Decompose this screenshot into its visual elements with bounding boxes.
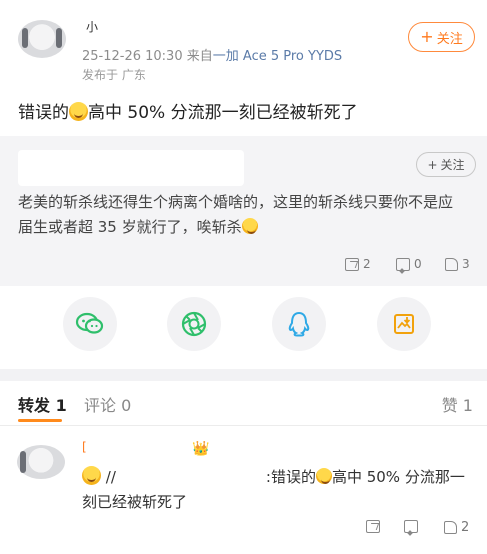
author-name[interactable]: 小 — [86, 18, 98, 35]
repost-icon — [345, 257, 359, 271]
rofl-emoji-icon — [69, 102, 88, 121]
active-tab-indicator — [18, 419, 62, 422]
tab-comments[interactable]: 评论 0 — [84, 392, 131, 416]
quoted-follow-button[interactable]: + 关注 — [416, 152, 476, 177]
repost-text-prefix: // — [105, 468, 116, 486]
source-prefix: 来自 — [186, 49, 213, 64]
follow-button[interactable]: + 关注 — [408, 22, 475, 52]
share-moments-button[interactable] — [167, 297, 221, 351]
share-qq-button[interactable] — [272, 297, 326, 351]
tab-likes[interactable]: 赞 1 — [442, 392, 473, 416]
thumbs-up-icon — [445, 257, 458, 271]
author-avatar[interactable] — [18, 20, 66, 58]
repost-text-middle: :错误的 — [265, 468, 316, 486]
laughing-emoji-icon — [82, 466, 101, 485]
save-image-button[interactable] — [377, 297, 431, 351]
crown-badge-icon: 👑 — [192, 441, 210, 457]
moments-icon — [181, 311, 207, 337]
post-location: 发布于 广东 — [82, 68, 146, 82]
rofl-emoji-icon — [315, 468, 332, 484]
quoted-likes-value: 3 — [462, 257, 470, 271]
repost-icon — [366, 520, 380, 533]
post-body: 错误的 高中 50% 分流那一刻已经被斩死了 — [18, 98, 358, 123]
quoted-comment-count[interactable]: 0 — [396, 257, 422, 271]
repost-item-like-count: 2 — [461, 520, 470, 535]
post-text-part1: 错误的 — [18, 103, 69, 123]
repost-item-forward[interactable] — [366, 520, 380, 533]
redacted-mention — [115, 470, 266, 484]
section-divider — [0, 369, 487, 381]
quoted-follow-label: 关注 — [440, 158, 465, 172]
tabs-divider — [0, 425, 487, 426]
thumbs-up-icon — [444, 521, 457, 534]
qq-icon — [288, 311, 310, 337]
reposter-avatar[interactable] — [17, 445, 65, 479]
quoted-author-avatar[interactable] — [18, 150, 244, 186]
post-text-part2: 高中 50% 分流那一刻已经被斩死了 — [88, 103, 358, 123]
device-source-link[interactable]: 一加 Ace 5 Pro YYDS — [213, 49, 342, 64]
quoted-like-count[interactable]: 3 — [445, 257, 470, 271]
reposter-name[interactable]: [ — [82, 440, 87, 454]
post-meta: 25-12-26 10:30 来自一加 Ace 5 Pro YYDS — [82, 45, 342, 64]
repost-item-like[interactable]: 2 — [444, 520, 469, 535]
share-wechat-button[interactable] — [63, 297, 117, 351]
quoted-text-body: 老美的斩杀线还得生个病离个婚啥的，这里的斩杀线只要你不是应届生或者超 35 岁就… — [18, 193, 454, 236]
quoted-repost-count[interactable]: 2 — [345, 257, 371, 271]
quoted-post-text: 老美的斩杀线还得生个病离个婚啥的，这里的斩杀线只要你不是应届生或者超 35 岁就… — [18, 190, 466, 240]
post-timestamp: 25-12-26 10:30 — [82, 49, 183, 64]
thinking-emoji-icon — [241, 218, 258, 234]
repost-item-comment[interactable] — [404, 520, 418, 533]
comment-icon — [404, 520, 418, 533]
quoted-reposts-value: 2 — [363, 257, 371, 271]
repost-text: //:错误的 高中 50% 分流那一刻已经被斩死了 — [82, 465, 472, 515]
save-image-icon — [394, 314, 414, 334]
plus-icon: + — [420, 27, 434, 46]
comment-icon — [396, 257, 410, 271]
plus-icon: + — [427, 157, 438, 172]
quoted-comments-value: 0 — [414, 257, 422, 271]
tab-reposts[interactable]: 转发 1 — [18, 392, 67, 416]
follow-label: 关注 — [436, 31, 463, 47]
wechat-icon — [75, 312, 104, 334]
